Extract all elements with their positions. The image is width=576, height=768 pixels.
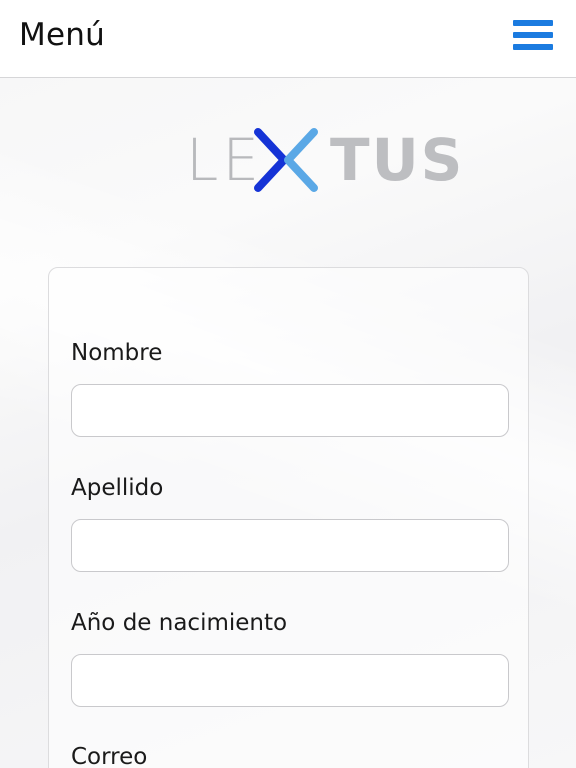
hamburger-line [513,32,553,38]
hamburger-line [513,44,553,50]
correo-label: Correo [71,744,148,768]
top-bar: Menú [0,0,576,78]
hamburger-icon[interactable] [513,20,553,50]
page-title: Menú [19,17,105,53]
logo-text-right: TUS [330,126,465,194]
logo-x-mark-icon [254,128,318,192]
ano-nacimiento-label: Año de nacimiento [71,610,288,636]
nombre-label: Nombre [71,340,163,366]
lextus-logo: LE TUS [186,126,462,194]
logo-text-left: LE [186,126,263,194]
apellido-label: Apellido [71,475,164,501]
registration-form-card: Nombre Apellido Año de nacimiento Correo [48,267,529,768]
nombre-input[interactable] [71,384,509,437]
apellido-input[interactable] [71,519,509,572]
ano-nacimiento-input[interactable] [71,654,509,707]
hamburger-line [513,20,553,26]
